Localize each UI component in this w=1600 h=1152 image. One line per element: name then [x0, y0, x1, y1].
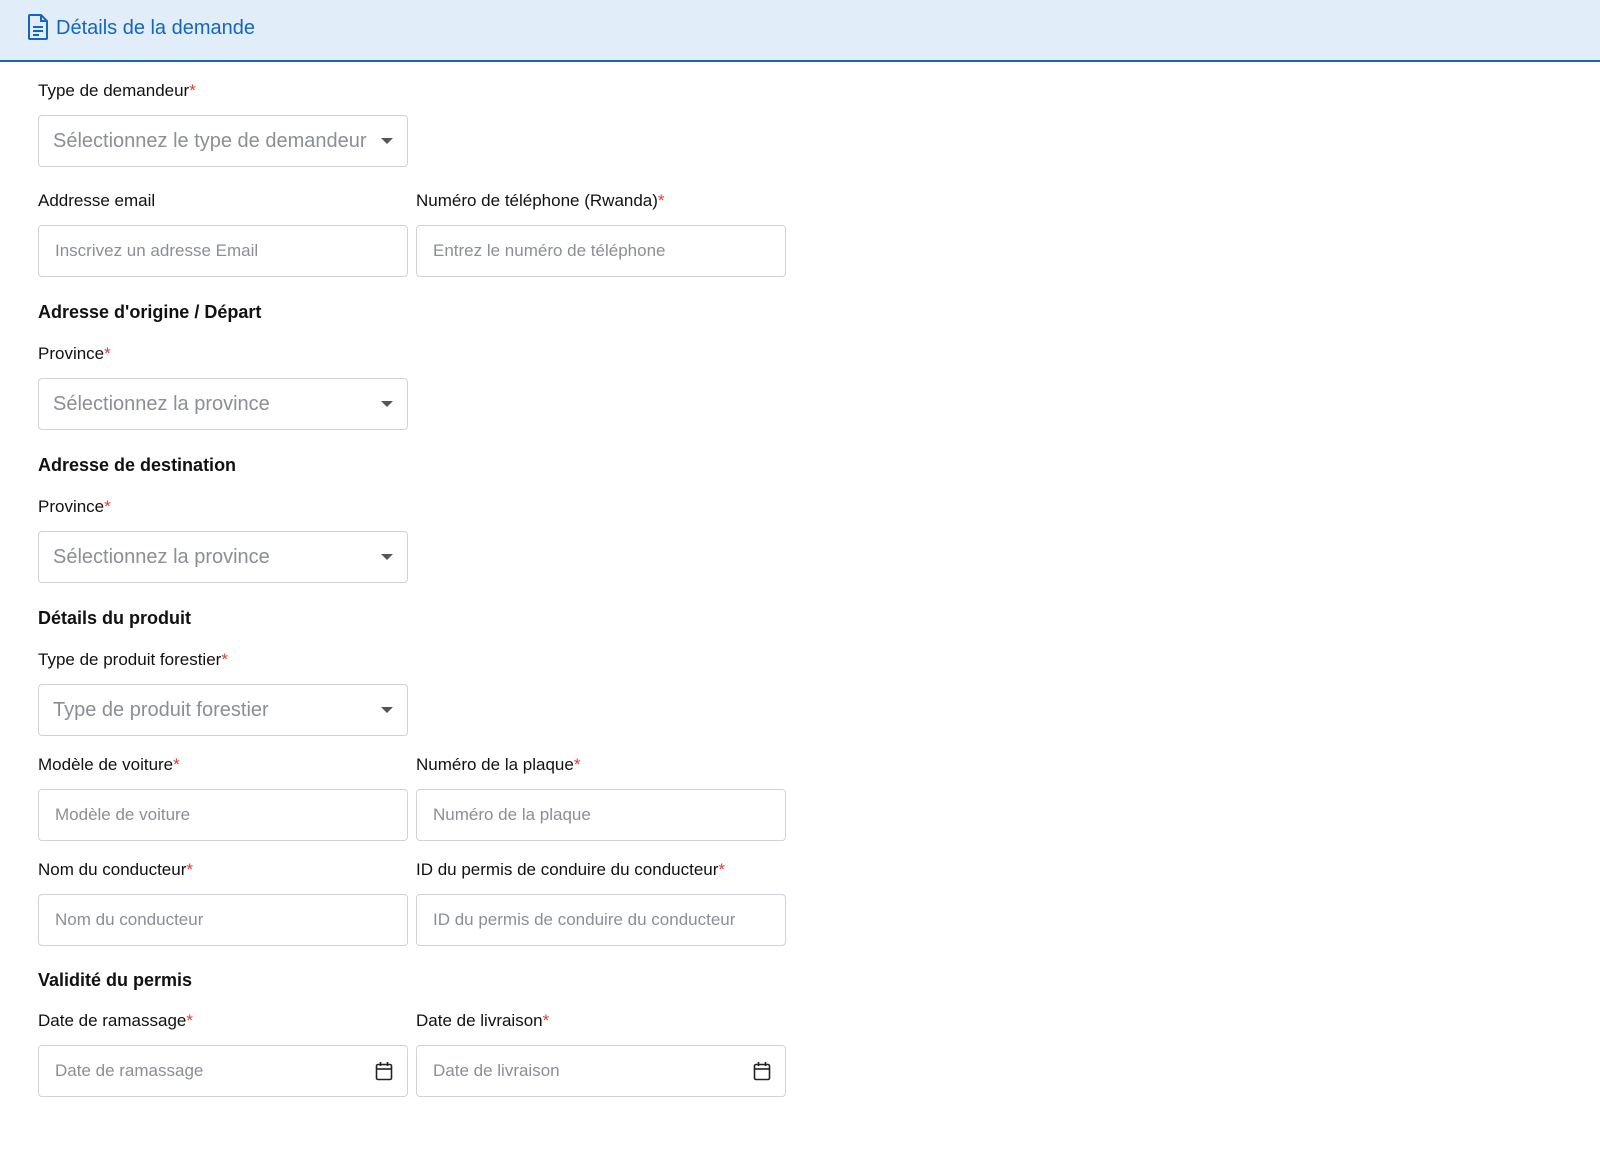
requester-type-label-text: Type de demandeur [38, 81, 190, 100]
origin-section-title: Adresse d'origine / Départ [38, 302, 262, 322]
required-mark: * [186, 860, 193, 879]
email-label-text: Addresse email [38, 191, 156, 210]
required-mark: * [173, 755, 180, 774]
requester-type-placeholder: Sélectionnez le type de demandeur [53, 130, 367, 152]
validity-section-title: Validité du permis [38, 970, 193, 990]
license-label: ID du permis de conduire du conducteur* [416, 860, 725, 880]
document-icon [28, 14, 48, 40]
plate-label-text: Numéro de la plaque [416, 755, 574, 774]
driver-name-placeholder: Nom du conducteur [55, 910, 204, 929]
delivery-date-label: Date de livraison* [416, 1011, 549, 1031]
car-model-placeholder: Modèle de voiture [55, 805, 191, 824]
phone-label: Numéro de téléphone (Rwanda)* [416, 191, 665, 211]
origin-province-select[interactable]: Sélectionnez la province [38, 378, 408, 430]
origin-province-label-text: Province [38, 344, 105, 363]
delivery-date-field[interactable]: Date de livraison [416, 1045, 786, 1097]
car-model-label: Modèle de voiture* [38, 755, 180, 775]
pickup-date-label-text: Date de ramassage [38, 1011, 187, 1030]
phone-label-text: Numéro de téléphone (Rwanda) [416, 191, 658, 210]
requester-type-label: Type de demandeur* [38, 81, 196, 101]
product-type-label-text: Type de produit forestier [38, 650, 222, 669]
required-mark: * [189, 81, 196, 100]
chevron-down-icon [381, 138, 393, 144]
license-placeholder: ID du permis de conduire du conducteur [433, 910, 736, 929]
calendar-icon[interactable] [753, 1061, 771, 1081]
product-type-select[interactable]: Type de produit forestier [38, 684, 408, 736]
section-header: Détails de la demande [0, 0, 1600, 62]
required-mark: * [221, 650, 228, 669]
pickup-date-placeholder: Date de ramassage [55, 1061, 204, 1080]
required-mark: * [104, 344, 111, 363]
destination-section-title: Adresse de destination [38, 455, 237, 475]
phone-placeholder: Entrez le numéro de téléphone [433, 241, 666, 260]
plate-label: Numéro de la plaque* [416, 755, 580, 775]
required-mark: * [573, 755, 581, 774]
driver-name-label: Nom du conducteur* [38, 860, 193, 880]
email-label: Addresse email [38, 191, 155, 211]
product-type-placeholder: Type de produit forestier [53, 699, 269, 721]
calendar-icon[interactable] [375, 1061, 393, 1081]
chevron-down-icon [381, 401, 393, 407]
chevron-down-icon [381, 707, 393, 713]
email-field[interactable]: Inscrivez un adresse Email [38, 225, 408, 277]
destination-province-label-text: Province [38, 497, 105, 516]
phone-field[interactable]: Entrez le numéro de téléphone [416, 225, 786, 277]
pickup-date-field[interactable]: Date de ramassage [38, 1045, 408, 1097]
required-mark: * [718, 860, 726, 879]
destination-province-select[interactable]: Sélectionnez la province [38, 531, 408, 583]
license-label-text: ID du permis de conduire du conducteur [416, 860, 719, 879]
plate-field[interactable]: Numéro de la plaque [416, 789, 786, 841]
product-type-label: Type de produit forestier* [38, 650, 228, 670]
delivery-date-label-text: Date de livraison [416, 1011, 543, 1030]
plate-placeholder: Numéro de la plaque [433, 805, 591, 824]
delivery-date-placeholder: Date de livraison [433, 1061, 560, 1080]
email-placeholder: Inscrivez un adresse Email [55, 241, 259, 260]
section-title: Détails de la demande [56, 17, 256, 39]
car-model-field[interactable]: Modèle de voiture [38, 789, 408, 841]
pickup-date-label: Date de ramassage* [38, 1011, 193, 1031]
car-model-label-text: Modèle de voiture [38, 755, 174, 774]
license-field[interactable]: ID du permis de conduire du conducteur [416, 894, 786, 946]
destination-province-placeholder: Sélectionnez la province [53, 546, 270, 568]
driver-name-field[interactable]: Nom du conducteur [38, 894, 408, 946]
origin-province-label: Province* [38, 344, 111, 364]
chevron-down-icon [381, 554, 393, 560]
destination-province-label: Province* [38, 497, 111, 517]
product-section-title: Détails du produit [38, 608, 191, 628]
driver-name-label-text: Nom du conducteur [38, 860, 187, 879]
required-mark: * [657, 191, 665, 210]
required-mark: * [542, 1011, 550, 1030]
required-mark: * [104, 497, 111, 516]
requester-type-select[interactable]: Sélectionnez le type de demandeur [38, 115, 408, 167]
origin-province-placeholder: Sélectionnez la province [53, 393, 270, 415]
required-mark: * [186, 1011, 193, 1030]
